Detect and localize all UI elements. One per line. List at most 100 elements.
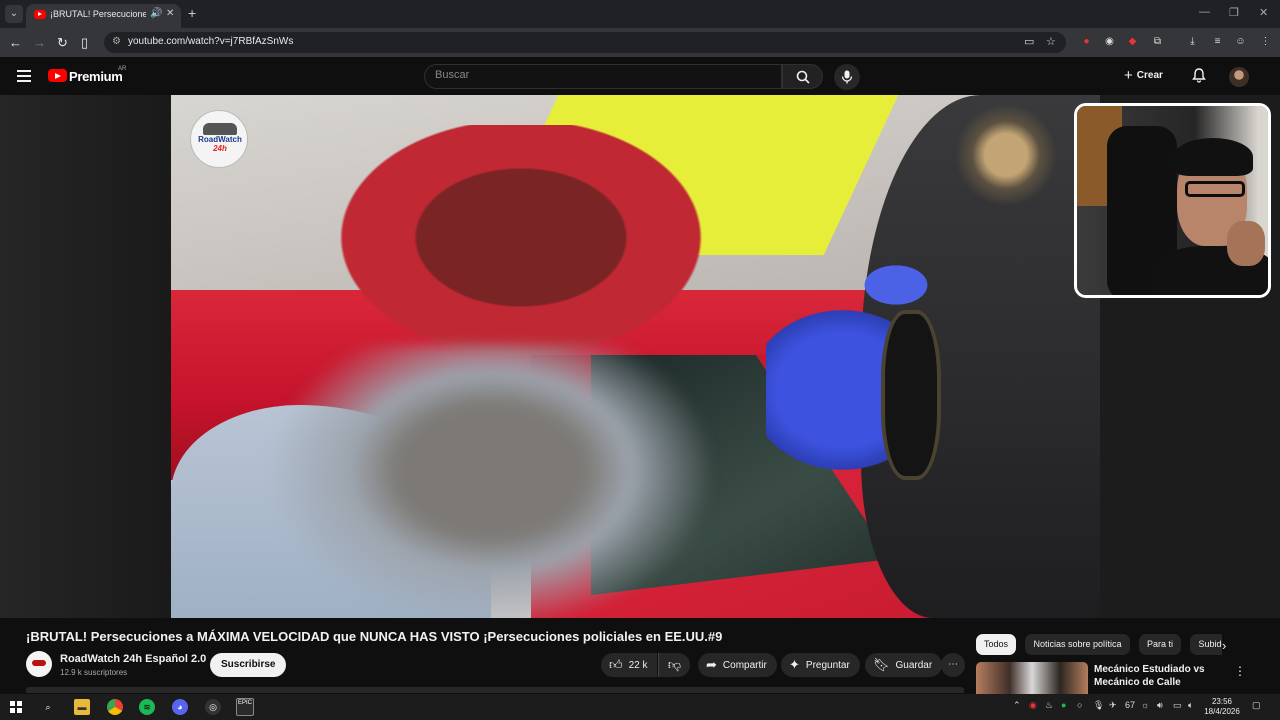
file-explorer-icon[interactable]: ▬	[74, 699, 90, 715]
ask-label: Preguntar	[805, 660, 850, 671]
chrome-icon[interactable]	[107, 699, 123, 715]
tab-search-button[interactable]: ⌄	[5, 5, 23, 23]
video-frame-torn-metal	[311, 125, 731, 375]
microphone-icon	[841, 70, 853, 84]
profile-avatar-icon[interactable]: ☺	[1234, 35, 1247, 48]
restore-icon[interactable]: ❐	[1229, 6, 1239, 19]
watermark-line1: RoadWatch	[198, 135, 242, 144]
like-button[interactable]: 👍︎ 22 k	[601, 653, 657, 677]
channel-watermark-logo: RoadWatch 24h	[190, 110, 248, 168]
extension-icon[interactable]: ◉	[1103, 35, 1116, 48]
chip-noticias[interactable]: Noticias sobre política	[1025, 634, 1130, 655]
search-button[interactable]	[782, 64, 823, 89]
steam-icon[interactable]: ♨	[1045, 700, 1053, 711]
channel-name[interactable]: RoadWatch 24h Español 2.0	[60, 653, 206, 665]
spotify-tray-icon[interactable]: ●	[1061, 700, 1066, 710]
video-frame-watch	[881, 310, 941, 480]
search-icon[interactable]: ⌕	[40, 699, 56, 715]
watermark-line2: 24h	[213, 144, 227, 153]
chip-subidos[interactable]: Subidos recientemente	[1190, 634, 1222, 655]
browser-menu-icon[interactable]: ⋮	[1259, 35, 1272, 48]
youtube-premium-label[interactable]: Premium	[69, 69, 123, 84]
speaker-icon[interactable]: 🔊	[150, 8, 162, 19]
chip-todos[interactable]: Todos	[976, 634, 1017, 655]
video-frame-flashlight	[946, 95, 1066, 215]
close-window-icon[interactable]: ✕	[1259, 6, 1268, 19]
minimize-icon[interactable]: —	[1199, 6, 1210, 18]
subscriber-count: 12.9 k suscriptores	[60, 668, 128, 677]
hamburger-menu-icon[interactable]	[17, 70, 31, 82]
tray-overflow-icon[interactable]: ⌃	[1013, 700, 1021, 711]
microphone-tray-icon[interactable]: 🎙︎	[1093, 700, 1104, 711]
share-button[interactable]: ➦ Compartir	[698, 653, 777, 677]
ask-button[interactable]: ✦ Preguntar	[781, 653, 860, 677]
search-box[interactable]	[424, 64, 782, 89]
url-text[interactable]: youtube.com/watch?v=j7RBfAzSnWs	[128, 36, 293, 47]
bookmark-star-icon[interactable]: ☆	[1046, 35, 1056, 48]
share-label: Compartir	[722, 660, 767, 671]
webcam-person-hair	[1173, 138, 1253, 176]
obs-icon[interactable]: ◎	[205, 699, 221, 715]
reading-list-icon[interactable]: ≡	[1211, 35, 1224, 48]
browser-tab-strip: ⌄ ¡BRUTAL! Persecuciones a MÁXIMA VELOCI…	[0, 0, 1280, 28]
description-box-edge	[26, 687, 964, 693]
download-icon[interactable]: ⤓	[1186, 35, 1199, 48]
voice-search-button[interactable]	[834, 64, 860, 90]
extension-icon[interactable]: ◆	[1126, 35, 1139, 48]
bell-icon	[1192, 68, 1206, 83]
youtube-logo-icon[interactable]	[48, 69, 67, 82]
browser-tab[interactable]: ¡BRUTAL! Persecuciones a MÁXIMA VELOCIDA…	[26, 4, 181, 28]
account-avatar[interactable]	[1229, 67, 1249, 87]
save-label: Guardar	[895, 660, 933, 671]
bookmark-icon: 🔖︎	[873, 657, 890, 672]
recommendation-thumbnail[interactable]	[976, 662, 1088, 694]
reload-icon[interactable]: ↻	[57, 35, 68, 51]
save-button[interactable]: 🔖︎ Guardar	[865, 653, 943, 677]
epic-games-icon[interactable]: EPIC	[236, 698, 254, 716]
forward-icon[interactable]: →	[33, 35, 46, 50]
spotify-icon[interactable]: ≋	[139, 699, 155, 715]
system-clock[interactable]: 23:56 18/4/2026	[1202, 697, 1242, 717]
share-icon: ➦	[706, 657, 717, 672]
site-info-icon[interactable]: ⚙	[112, 36, 121, 47]
subscribe-button[interactable]: Suscribirse	[210, 653, 287, 677]
webcam-glasses	[1185, 181, 1245, 197]
chip-para-ti[interactable]: Para ti	[1138, 634, 1181, 655]
more-horizontal-icon: ⋯	[948, 659, 958, 670]
tray-app-icon[interactable]: ○	[1077, 700, 1082, 710]
cast-icon[interactable]: ▭	[1024, 35, 1034, 48]
tray-app-icon[interactable]: ◉	[1029, 700, 1037, 711]
recommendation-menu-icon[interactable]: ⋮	[1234, 664, 1246, 678]
discord-icon[interactable]: ◕	[172, 699, 188, 715]
new-tab-button[interactable]: +	[188, 5, 196, 21]
sparkle-icon: ✦	[789, 657, 800, 672]
browser-toolbar: ← → ↻ ▯ ⚙ youtube.com/watch?v=j7RBfAzSnW…	[0, 28, 1280, 57]
notifications-button[interactable]	[1192, 68, 1206, 88]
tray-app-icon[interactable]: ☼	[1141, 700, 1149, 710]
extension-icon[interactable]: ●	[1080, 35, 1093, 48]
recommendation-title[interactable]: Mecánico Estudiado vs Mecánico de Calle	[1094, 663, 1214, 689]
chevron-right-icon[interactable]: ›	[1222, 638, 1226, 653]
search-input[interactable]	[435, 69, 765, 81]
volume-icon[interactable]: 🔈︎	[1188, 700, 1193, 711]
more-actions-button[interactable]: ⋯	[941, 653, 965, 677]
address-bar[interactable]: ⚙ youtube.com/watch?v=j7RBfAzSnWs ▭ ☆	[104, 32, 1066, 53]
filter-chips: Todos Noticias sobre política Para ti Su…	[976, 634, 1222, 656]
country-code: AR	[118, 66, 127, 72]
extensions-puzzle-icon[interactable]: ⧉	[1151, 35, 1164, 48]
network-icon[interactable]: ▭	[1173, 700, 1182, 711]
dislike-button[interactable]: 👎︎	[658, 653, 690, 677]
close-tab-icon[interactable]: ✕	[166, 8, 174, 19]
create-button[interactable]: + Crear	[1124, 67, 1163, 85]
back-icon[interactable]: ←	[9, 35, 22, 50]
windows-start-icon[interactable]	[10, 701, 22, 713]
channel-avatar[interactable]	[26, 651, 52, 677]
windows-taskbar: ⌕ ▬ ≋ ◕ ◎ EPIC ⌃ ◉ ♨ ● ○ 🎙︎ ✈ 67 ☼ 🔊︎ ▭ …	[0, 694, 1280, 720]
clock-date: 18/4/2026	[1204, 707, 1240, 716]
split-view-icon[interactable]: ▯	[81, 35, 88, 51]
notification-center-icon[interactable]: ▢	[1252, 700, 1261, 711]
video-player[interactable]	[171, 95, 1100, 618]
tray-app-icon[interactable]: ✈	[1109, 700, 1117, 711]
thumbs-down-icon: 👎︎	[667, 657, 682, 672]
volume-tray-icon[interactable]: 🔊︎	[1157, 700, 1163, 711]
